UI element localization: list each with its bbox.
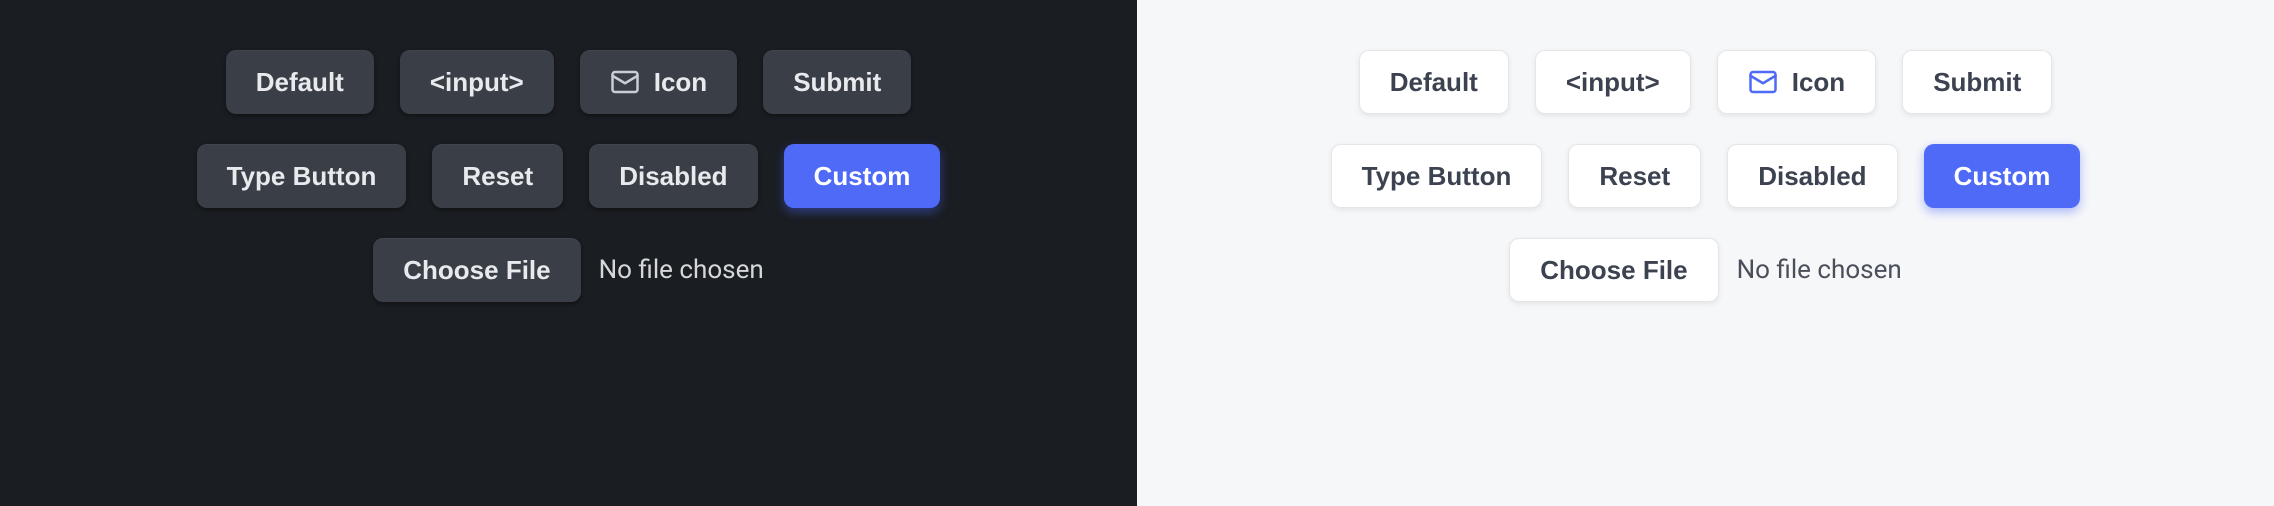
choose-file-button[interactable]: Choose File xyxy=(1509,238,1718,302)
default-button-label: Default xyxy=(256,67,344,98)
file-status-text: No file chosen xyxy=(1737,255,1902,285)
mail-icon xyxy=(610,67,640,97)
custom-button-label: Custom xyxy=(1954,161,2051,192)
dark-panel: Default <input> Icon Submit Type Button … xyxy=(0,0,1137,506)
choose-file-button-label: Choose File xyxy=(403,255,550,286)
input-button[interactable]: <input> xyxy=(400,50,554,114)
submit-button[interactable]: Submit xyxy=(1902,50,2052,114)
type-button-label: Type Button xyxy=(1362,161,1512,192)
disabled-button-label: Disabled xyxy=(1758,161,1866,192)
input-button[interactable]: <input> xyxy=(1535,50,1691,114)
button-row-2: Type Button Reset Disabled Custom xyxy=(197,144,941,208)
reset-button[interactable]: Reset xyxy=(1568,144,1701,208)
disabled-button: Disabled xyxy=(1727,144,1897,208)
choose-file-button[interactable]: Choose File xyxy=(373,238,580,302)
icon-button-label: Icon xyxy=(1792,67,1845,98)
choose-file-button-label: Choose File xyxy=(1540,255,1687,286)
file-row: Choose File No file chosen xyxy=(1509,238,1901,302)
default-button[interactable]: Default xyxy=(1359,50,1509,114)
type-button[interactable]: Type Button xyxy=(1331,144,1543,208)
submit-button-label: Submit xyxy=(793,67,881,98)
input-button-label: <input> xyxy=(430,67,524,98)
default-button-label: Default xyxy=(1390,67,1478,98)
reset-button[interactable]: Reset xyxy=(432,144,563,208)
disabled-button-label: Disabled xyxy=(619,161,727,192)
file-status-text: No file chosen xyxy=(599,255,764,285)
submit-button-label: Submit xyxy=(1933,67,2021,98)
custom-button[interactable]: Custom xyxy=(784,144,941,208)
disabled-button: Disabled xyxy=(589,144,757,208)
type-button[interactable]: Type Button xyxy=(197,144,407,208)
light-panel: Default <input> Icon Submit Type Button … xyxy=(1137,0,2274,506)
type-button-label: Type Button xyxy=(227,161,377,192)
submit-button[interactable]: Submit xyxy=(763,50,911,114)
icon-button-label: Icon xyxy=(654,67,707,98)
input-button-label: <input> xyxy=(1566,67,1660,98)
custom-button[interactable]: Custom xyxy=(1924,144,2081,208)
mail-icon xyxy=(1748,67,1778,97)
reset-button-label: Reset xyxy=(462,161,533,192)
file-row: Choose File No file chosen xyxy=(373,238,763,302)
reset-button-label: Reset xyxy=(1599,161,1670,192)
default-button[interactable]: Default xyxy=(226,50,374,114)
button-row-2: Type Button Reset Disabled Custom xyxy=(1331,144,2081,208)
icon-button[interactable]: Icon xyxy=(580,50,737,114)
icon-button[interactable]: Icon xyxy=(1717,50,1876,114)
button-row-1: Default <input> Icon Submit xyxy=(1359,50,2053,114)
button-row-1: Default <input> Icon Submit xyxy=(226,50,912,114)
custom-button-label: Custom xyxy=(814,161,911,192)
